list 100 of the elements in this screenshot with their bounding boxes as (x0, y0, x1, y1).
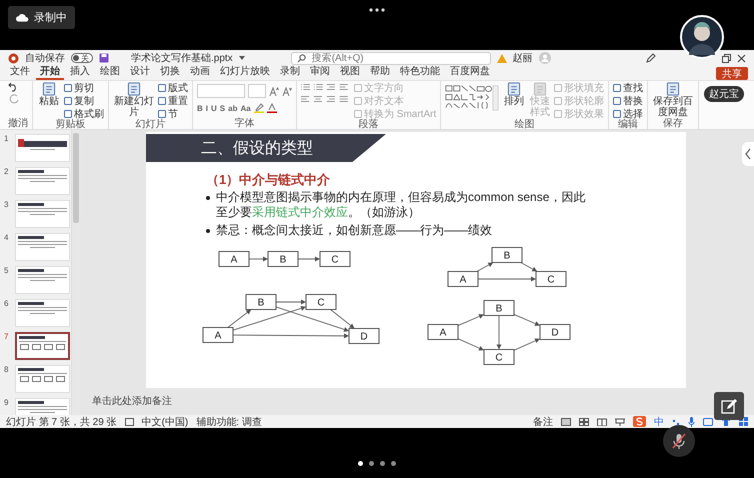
notes-placeholder[interactable]: 单击此处添加备注 (92, 388, 686, 408)
slideshow-icon[interactable] (615, 418, 625, 426)
format-button[interactable]: B (197, 104, 203, 112)
diagram-node: B (246, 294, 276, 310)
notes-button[interactable]: 备注 (533, 414, 553, 428)
arrow (478, 276, 536, 282)
undo-icon[interactable] (8, 82, 19, 92)
ribbon-button[interactable]: 剪切 (64, 82, 104, 93)
page-dot[interactable] (369, 460, 374, 466)
scrollbar[interactable] (71, 130, 80, 415)
ribbon-button[interactable]: 排列 (502, 82, 526, 107)
normal-view-icon[interactable] (561, 418, 571, 426)
slide-thumbnail[interactable] (15, 332, 70, 360)
document-icon (41, 82, 57, 96)
slide-number: 2 (4, 167, 10, 176)
sorter-view-icon[interactable] (579, 418, 589, 426)
user-name: 赵丽 (512, 52, 533, 65)
side-panel-tab[interactable] (742, 142, 754, 166)
square-icon (613, 110, 622, 118)
bullet-text: 中介模型意图揭示事物的内在原理，但容易成为common sense，因此至少要采用链式中介效应。（如游泳） (216, 190, 586, 220)
menu-tab[interactable]: 绘图 (96, 66, 124, 80)
ribbon-button[interactable]: 替换 (613, 95, 644, 106)
close-icon[interactable] (737, 54, 746, 62)
format-button[interactable]: ab (228, 104, 238, 112)
square-icon (354, 96, 362, 104)
language-label[interactable]: 中文(中国) (142, 414, 188, 428)
arrow (514, 314, 540, 326)
list-icons[interactable] (301, 82, 351, 92)
microphone-button[interactable] (663, 425, 695, 457)
spellcheck-icon[interactable] (124, 418, 134, 426)
ime-mode[interactable]: 中 (654, 414, 664, 428)
arrow (476, 262, 494, 272)
menu-tab[interactable]: 特色功能 (396, 66, 444, 80)
ribbon-button[interactable]: 选择 (613, 108, 644, 119)
menu-tab[interactable]: 百度网盘 (446, 66, 494, 80)
diagram-node: B (484, 300, 514, 316)
ribbon-button[interactable]: 新建幻灯片 (113, 82, 155, 118)
caret-icon[interactable] (238, 56, 245, 60)
menu-tab[interactable]: 幻灯片放映 (216, 66, 274, 80)
microphone-icon[interactable] (688, 416, 695, 426)
format-button[interactable]: Aa (240, 104, 251, 112)
ribbon-button[interactable]: 格式刷 (64, 108, 104, 119)
pen-icon[interactable] (646, 53, 656, 63)
ribbon-button[interactable]: 保存到百度网盘 (652, 82, 694, 118)
pen-icon (721, 398, 737, 414)
format-button[interactable]: I (206, 104, 208, 112)
diagram-node: A (448, 271, 478, 287)
ribbon-button[interactable]: 节 (158, 108, 188, 119)
page-dot[interactable] (380, 460, 385, 466)
menu-tab[interactable]: 动画 (186, 66, 214, 80)
menu-tab[interactable]: 设计 (126, 66, 154, 80)
menu-tab[interactable]: 录制 (276, 66, 304, 80)
search-field[interactable]: 搜索(Alt+Q) (290, 52, 491, 64)
accessibility-status[interactable]: 辅助功能: 调查 (196, 414, 262, 428)
recording-label: 录制中 (34, 11, 67, 25)
group-label: 段落 (358, 119, 380, 130)
font-size-field[interactable] (248, 84, 266, 98)
punctuation-icon[interactable] (672, 418, 680, 426)
ribbon-button[interactable]: 粘贴 (37, 82, 61, 107)
menu-tab[interactable]: 文件 (6, 66, 34, 80)
input-method-icon[interactable] (633, 416, 646, 427)
ribbon-button[interactable]: 查找 (613, 82, 644, 93)
shapes-gallery-icon[interactable] (445, 83, 500, 113)
keyboard-icon[interactable] (703, 418, 713, 426)
share-button[interactable]: 共享 (716, 66, 748, 80)
format-button[interactable]: U (211, 104, 217, 112)
shrink-font-icon[interactable] (282, 86, 292, 96)
menu-tab[interactable]: 视图 (336, 66, 364, 80)
annotate-button[interactable] (714, 392, 744, 420)
autosave-label: 自动保存 (25, 52, 65, 65)
grow-font-icon[interactable] (269, 86, 279, 96)
square-icon (613, 84, 622, 92)
reading-view-icon[interactable] (597, 418, 607, 426)
ribbon-button[interactable]: 重置 (158, 95, 188, 106)
group-label: 剪贴板 (54, 119, 86, 130)
document-icon (126, 82, 142, 96)
align-icons[interactable] (301, 94, 351, 104)
menu-tab[interactable]: 切换 (156, 66, 184, 80)
restore-icon[interactable] (722, 54, 731, 62)
save-icon[interactable] (99, 53, 109, 63)
square-icon (354, 84, 362, 92)
page-dot[interactable] (358, 460, 363, 466)
square-icon (354, 110, 362, 118)
ribbon-button[interactable]: 复制 (64, 95, 104, 106)
font-color-icon[interactable] (266, 103, 277, 113)
square-icon (158, 96, 166, 104)
page-dot[interactable] (391, 460, 396, 466)
menu-tab[interactable]: 帮助 (366, 66, 394, 80)
more-icon[interactable] (369, 8, 385, 12)
highlight-icon[interactable] (254, 103, 264, 113)
file-name-button[interactable]: 学术论文写作基础.pptx (131, 51, 233, 65)
menu-tab[interactable]: 插入 (66, 66, 94, 80)
bullet-icon (206, 229, 210, 233)
square-icon (158, 110, 166, 118)
ribbon-button[interactable]: 版式 (158, 82, 188, 93)
autosave-toggle[interactable]: 关 (71, 53, 93, 63)
chevron-left-icon (745, 148, 751, 160)
menu-tab[interactable]: 审阅 (306, 66, 334, 80)
format-button[interactable]: S (220, 104, 226, 112)
font-name-field[interactable] (197, 84, 245, 98)
